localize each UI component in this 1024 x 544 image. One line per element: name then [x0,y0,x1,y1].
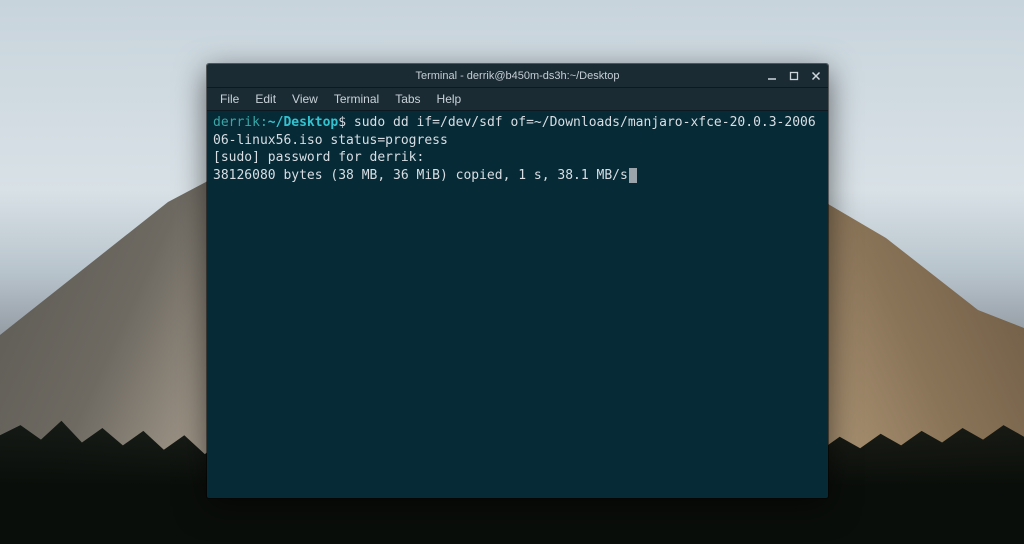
output-line: 38126080 bytes (38 MB, 36 MiB) copied, 1… [213,168,628,183]
window-titlebar[interactable]: Terminal - derrik@b450m-ds3h:~/Desktop [207,64,828,88]
output-line: [sudo] password for derrik: [213,150,424,165]
menubar: File Edit View Terminal Tabs Help [207,88,828,111]
prompt-path: ~/Desktop [268,115,338,130]
menu-terminal[interactable]: Terminal [327,90,386,108]
close-button[interactable] [808,68,824,84]
cursor-icon [629,168,637,183]
terminal-window: Terminal - derrik@b450m-ds3h:~/Desktop F… [206,63,829,499]
menu-edit[interactable]: Edit [248,90,283,108]
menu-tabs[interactable]: Tabs [388,90,427,108]
prompt-symbol: $ [338,115,346,130]
maximize-button[interactable] [786,68,802,84]
menu-file[interactable]: File [213,90,246,108]
menu-view[interactable]: View [285,90,325,108]
terminal-output[interactable]: derrik:~/Desktop$ sudo dd if=/dev/sdf of… [207,111,828,498]
window-title: Terminal - derrik@b450m-ds3h:~/Desktop [415,70,619,82]
prompt-user: derrik: [213,115,268,130]
menu-help[interactable]: Help [430,90,469,108]
window-controls [764,64,824,87]
minimize-button[interactable] [764,68,780,84]
